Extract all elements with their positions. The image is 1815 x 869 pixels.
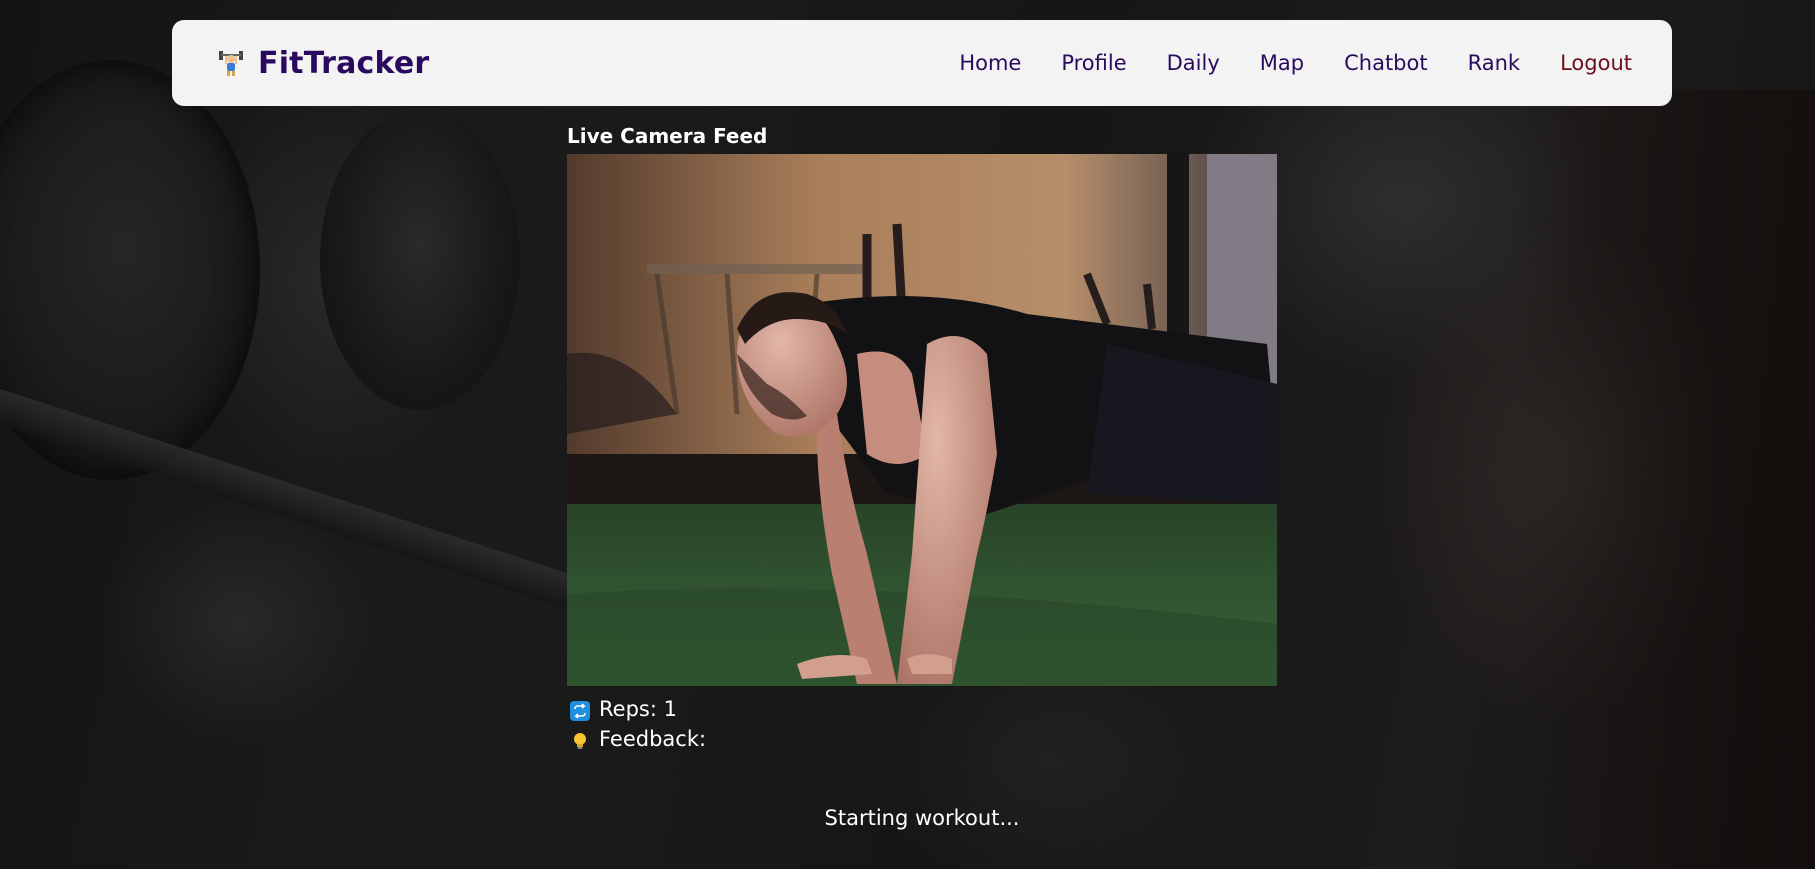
- navbar: FitTracker Home Profile Daily Map Chatbo…: [172, 20, 1672, 106]
- background-weight-plate: [0, 60, 260, 480]
- feedback-row: Feedback:: [570, 724, 706, 754]
- nav-map-link[interactable]: Map: [1260, 51, 1304, 75]
- background-weight-plate: [320, 110, 520, 410]
- status-message: Starting workout...: [824, 806, 1020, 830]
- background-shadow: [1515, 90, 1815, 869]
- nav-daily-link[interactable]: Daily: [1167, 51, 1220, 75]
- nav-home-link[interactable]: Home: [959, 51, 1021, 75]
- weightlifter-icon: [216, 48, 246, 78]
- brand-name: FitTracker: [258, 45, 430, 81]
- reps-row: Reps: 1: [570, 694, 706, 724]
- nav-links: Home Profile Daily Map Chatbot Rank Logo…: [959, 51, 1632, 75]
- nav-rank-link[interactable]: Rank: [1468, 51, 1520, 75]
- camera-frame-image: [567, 154, 1277, 686]
- workout-stats: Reps: 1 Feedback:: [570, 694, 706, 754]
- repeat-icon: [570, 699, 590, 721]
- feedback-label: Feedback:: [599, 727, 707, 751]
- live-camera-feed: [567, 154, 1277, 686]
- feed-title: Live Camera Feed: [567, 124, 768, 148]
- nav-chatbot-link[interactable]: Chatbot: [1344, 51, 1428, 75]
- brand[interactable]: FitTracker: [216, 46, 429, 81]
- background-barbell: [0, 380, 584, 611]
- lightbulb-icon: [570, 729, 590, 749]
- nav-profile-link[interactable]: Profile: [1061, 51, 1126, 75]
- reps-count: Reps: 1: [599, 697, 677, 721]
- nav-logout-link[interactable]: Logout: [1560, 51, 1632, 75]
